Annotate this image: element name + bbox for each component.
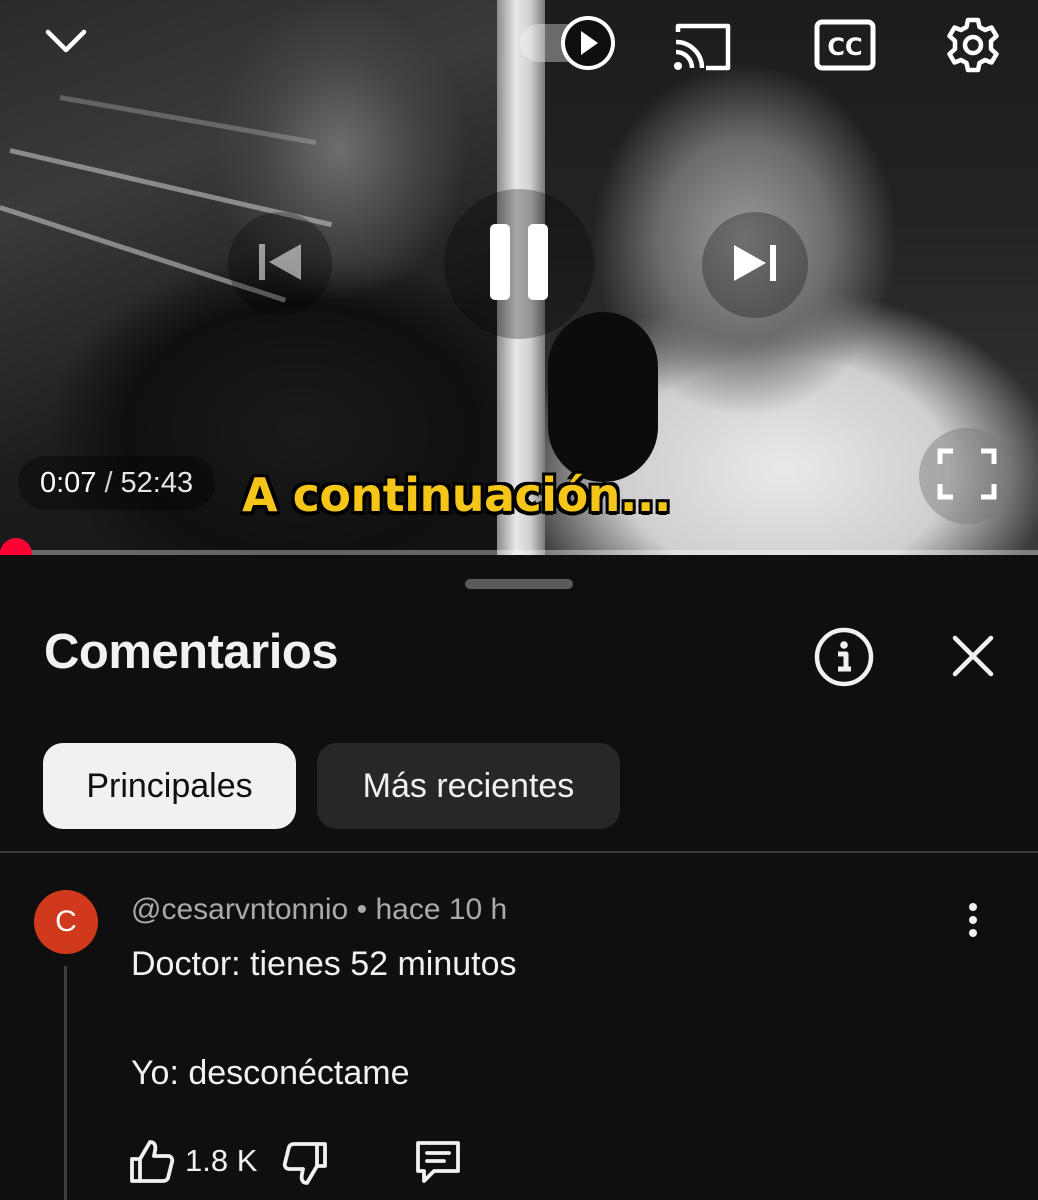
skip-next-icon	[730, 241, 780, 290]
comment-text-line-2: Yo: desconéctame	[131, 1054, 410, 1092]
skip-previous-icon	[255, 240, 305, 289]
sheet-drag-handle[interactable]	[465, 579, 573, 589]
gear-icon[interactable]	[944, 16, 1002, 74]
filter-chip-top[interactable]: Principales	[43, 743, 296, 829]
time-display[interactable]: 0:07 / 52:43	[18, 456, 216, 510]
video-caption: A continuación...	[242, 468, 671, 522]
play-pause-button[interactable]	[444, 189, 594, 339]
thumbs-up-icon[interactable]	[128, 1137, 176, 1185]
current-time: 0:07	[40, 466, 97, 499]
comment-age: hace 10 h	[375, 893, 508, 926]
microphone-shape	[548, 312, 658, 482]
filter-chip-newest[interactable]: Más recientes	[317, 743, 620, 829]
comment-meta: @cesarvntonnio • hace 10 h	[131, 893, 507, 927]
thumbs-down-icon[interactable]	[281, 1140, 329, 1188]
meta-separator: •	[356, 893, 368, 926]
cast-icon[interactable]	[672, 18, 734, 72]
video-duration: 52:43	[120, 466, 194, 499]
fullscreen-button[interactable]	[919, 428, 1015, 524]
next-button[interactable]	[702, 212, 808, 318]
info-icon[interactable]	[812, 625, 876, 689]
avatar-letter: C	[55, 905, 77, 938]
like-count: 1.8 K	[185, 1143, 258, 1178]
thread-line	[64, 966, 67, 1200]
cc-icon[interactable]: CC	[814, 19, 876, 71]
progress-bar[interactable]	[0, 550, 1038, 555]
previous-button[interactable]	[228, 212, 332, 316]
pause-icon	[486, 222, 552, 307]
avatar[interactable]: C	[34, 890, 98, 954]
chevron-down-icon[interactable]	[44, 22, 88, 58]
close-icon[interactable]	[951, 634, 995, 678]
cc-icon-label: CC	[827, 33, 862, 61]
section-divider	[0, 851, 1038, 853]
comments-title: Comentarios	[44, 625, 339, 679]
fullscreen-icon	[937, 448, 997, 505]
comment-text-line-1: Doctor: tienes 52 minutos	[131, 945, 517, 983]
more-vert-icon[interactable]	[958, 900, 988, 940]
autoplay-toggle-icon[interactable]	[561, 16, 615, 70]
video-player[interactable]: CC 0:07 / 52:43 A continuación...	[0, 0, 1038, 555]
time-separator: /	[104, 466, 113, 499]
reply-icon[interactable]	[414, 1139, 462, 1185]
comment-author[interactable]: @cesarvntonnio	[131, 893, 348, 926]
